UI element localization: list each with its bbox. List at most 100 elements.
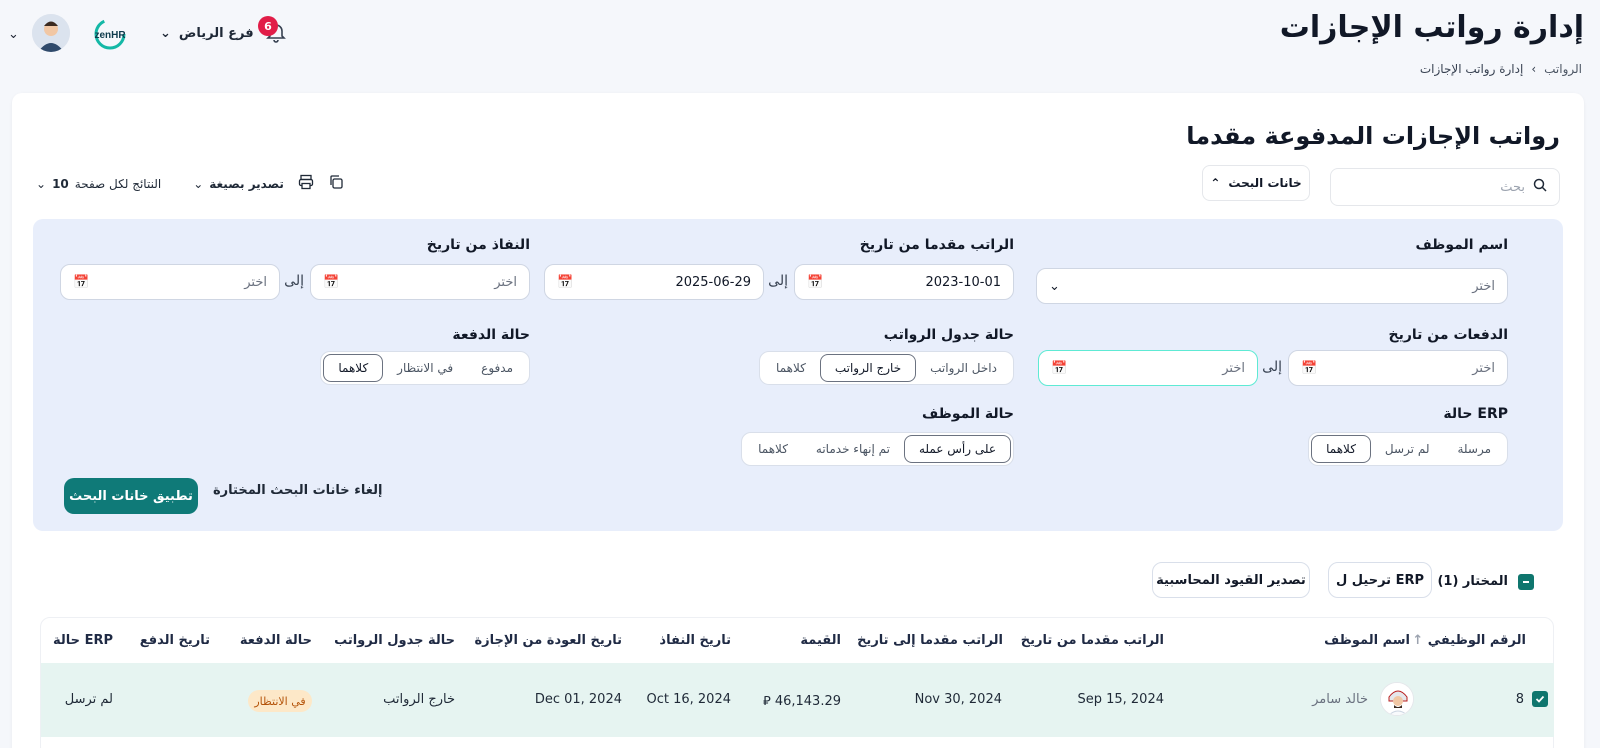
cell-return-date: Dec 01, 2024 bbox=[534, 692, 622, 707]
chevron-down-icon: ⌄ bbox=[1049, 278, 1060, 294]
payroll-status-label: حالة جدول الرواتب bbox=[883, 327, 1014, 343]
column-header-payment-status[interactable]: حالة الدفعة bbox=[240, 633, 312, 648]
advance-from-value: 2023-10-01 bbox=[925, 274, 1001, 290]
calendar-icon: 📅 bbox=[73, 274, 90, 290]
column-header-advance-from[interactable]: الراتب مقدما من تاريخ bbox=[1021, 633, 1164, 648]
sort-up-icon: ↑ bbox=[1412, 633, 1424, 648]
cell-payroll-status: خارج الرواتب bbox=[383, 692, 455, 707]
apply-filters-button[interactable]: تطبيق خانات البحث bbox=[64, 478, 198, 514]
post-to-erp-button[interactable]: ترحيل ل ERP bbox=[1328, 562, 1432, 598]
payroll-option-both[interactable]: كلاهما bbox=[762, 354, 820, 382]
effective-to-word: إلى bbox=[284, 273, 304, 289]
column-header-effective-date[interactable]: تاريخ النفاذ bbox=[659, 633, 731, 648]
breadcrumb-current: إدارة رواتب الإجازات bbox=[1419, 62, 1524, 76]
column-header-label: الرقم الوظيفي bbox=[1427, 633, 1526, 648]
employee-name-select[interactable]: اختر ⌄ bbox=[1036, 268, 1508, 304]
employee-name-placeholder: اختر bbox=[1472, 278, 1495, 294]
chevron-down-icon: ⌄ bbox=[160, 26, 171, 41]
employee-option-terminated[interactable]: تم إنهاء خدماته bbox=[802, 435, 904, 463]
cell-effective-date: Oct 16, 2024 bbox=[646, 692, 732, 707]
calendar-icon: 📅 bbox=[807, 274, 824, 290]
payment-option-both[interactable]: كلاهما bbox=[323, 354, 384, 382]
payment-option-paid[interactable]: مدفوع bbox=[467, 354, 527, 382]
employee-name-label: اسم الموظف bbox=[1415, 237, 1509, 253]
export-format-select[interactable]: ⌄ تصدير بصيغة bbox=[193, 177, 284, 191]
employee-status-toggle: على رأس عمله تم إنهاء خدماته كلاهما bbox=[741, 432, 1014, 466]
advance-to-value: 2025-06-29 bbox=[675, 274, 751, 290]
amount-value: 46,143.29 bbox=[774, 694, 841, 709]
erp-status-label: حالة ERP bbox=[1443, 406, 1508, 422]
export-label: تصدير بصيغة bbox=[209, 176, 284, 191]
erp-option-not-sent[interactable]: لم ترسل bbox=[1371, 435, 1444, 463]
chevron-up-icon: ⌃ bbox=[1210, 176, 1221, 190]
payment-option-pending[interactable]: في الانتظار bbox=[383, 354, 467, 382]
zenhr-logo: zenHR bbox=[88, 18, 132, 50]
search-placeholder: بحث bbox=[1500, 179, 1525, 195]
column-header-payroll-status[interactable]: حالة جدول الرواتب bbox=[334, 633, 455, 648]
payments-to-word: إلى bbox=[1262, 359, 1282, 375]
column-header-payment-date[interactable]: تاريخ الدفع bbox=[140, 633, 210, 648]
effective-from-label: النفاذ من تاريخ bbox=[426, 237, 530, 253]
calendar-icon: 📅 bbox=[1051, 360, 1068, 376]
employee-status-label: حالة الموظف bbox=[921, 406, 1014, 422]
row-checkbox[interactable] bbox=[1532, 691, 1548, 707]
payment-status-label: حالة الدفعة bbox=[452, 327, 530, 343]
chevron-down-icon: ⌄ bbox=[193, 176, 204, 191]
breadcrumb-payroll-link[interactable]: الرواتب bbox=[1544, 62, 1582, 76]
table-toolbar: ⌄ 10 النتائج لكل صفحة ⌄ تصدير بصيغة bbox=[36, 174, 344, 193]
per-page-select[interactable]: ⌄ 10 النتائج لكل صفحة bbox=[36, 177, 161, 191]
riyal-currency-icon: ⃁ bbox=[762, 694, 771, 709]
effective-to-placeholder: اختر bbox=[244, 274, 267, 290]
cell-employee-id: 8 bbox=[1515, 692, 1524, 707]
branch-label: فرع الرياض bbox=[178, 26, 254, 41]
status-badge: في الانتظار bbox=[248, 690, 312, 712]
filters-label: خانات البحث bbox=[1228, 176, 1302, 190]
per-page-value: 10 bbox=[52, 176, 69, 191]
clear-filters-link[interactable]: إلغاء خانات البحث المختارة bbox=[213, 483, 382, 498]
calendar-icon: 📅 bbox=[557, 274, 574, 290]
effective-from-date[interactable]: اختر 📅 bbox=[310, 264, 530, 300]
erp-option-sent[interactable]: مرسلة bbox=[1443, 435, 1505, 463]
export-entries-button[interactable]: تصدير القيود المحاسبية bbox=[1152, 562, 1310, 598]
search-filters-button[interactable]: ⌃ خانات البحث bbox=[1202, 165, 1310, 201]
column-header-advance-to[interactable]: الراتب مقدما إلى تاريخ bbox=[857, 633, 1003, 648]
user-avatar[interactable] bbox=[32, 14, 70, 52]
chevron-left-icon: › bbox=[1531, 62, 1537, 76]
column-header-amount[interactable]: القيمة bbox=[800, 633, 841, 648]
cell-amount: ⃁ 46,143.29 bbox=[763, 692, 841, 709]
user-menu-chevron-icon[interactable]: ⌄ bbox=[8, 27, 19, 42]
advance-to-date[interactable]: 2025-06-29 📅 bbox=[544, 264, 764, 300]
column-header-employee-id[interactable]: ↑ الرقم الوظيفي bbox=[1412, 633, 1526, 648]
payroll-option-outside[interactable]: خارج الرواتب bbox=[819, 354, 917, 382]
payments-from-date[interactable]: اختر 📅 bbox=[1288, 350, 1508, 386]
breadcrumb: الرواتب › إدارة رواتب الإجازات bbox=[1420, 62, 1582, 76]
column-header-employee-name[interactable]: اسم الموظف bbox=[1324, 633, 1410, 648]
column-header-return-date[interactable]: تاريخ العودة من الإجازة bbox=[474, 633, 622, 648]
search-input[interactable]: بحث bbox=[1330, 168, 1560, 206]
payment-status-toggle: مدفوع في الانتظار كلاهما bbox=[320, 351, 530, 385]
payments-to-placeholder: اختر bbox=[1222, 360, 1245, 376]
erp-option-both[interactable]: كلاهما bbox=[1311, 435, 1371, 463]
notification-count-badge: 6 bbox=[258, 16, 278, 36]
calendar-icon: 📅 bbox=[1301, 360, 1318, 376]
advance-to-word: إلى bbox=[768, 273, 788, 289]
payments-from-label: الدفعات من تاريخ bbox=[1388, 327, 1508, 343]
calendar-icon: 📅 bbox=[323, 274, 340, 290]
print-icon[interactable] bbox=[298, 174, 314, 193]
chevron-down-icon: ⌄ bbox=[36, 176, 47, 191]
branch-selector[interactable]: ⌄ فرع الرياض bbox=[160, 26, 254, 41]
payroll-option-inside[interactable]: داخل الرواتب bbox=[916, 354, 1011, 382]
select-all-checkbox[interactable] bbox=[1518, 574, 1534, 590]
employee-option-active[interactable]: على رأس عمله bbox=[903, 435, 1011, 463]
column-header-erp-status[interactable]: حالة ERP bbox=[53, 633, 113, 648]
payroll-status-toggle: داخل الرواتب خارج الرواتب كلاهما bbox=[759, 351, 1014, 385]
copy-icon[interactable] bbox=[328, 174, 344, 193]
payments-to-date[interactable]: اختر 📅 bbox=[1038, 350, 1258, 386]
effective-to-date[interactable]: اختر 📅 bbox=[60, 264, 280, 300]
advance-from-date[interactable]: 2023-10-01 📅 bbox=[794, 264, 1014, 300]
erp-status-toggle: مرسلة لم ترسل كلاهما bbox=[1308, 432, 1508, 466]
employee-option-both[interactable]: كلاهما bbox=[744, 435, 802, 463]
page-title: إدارة رواتب الإجازات bbox=[1279, 10, 1584, 45]
cell-erp-status: لم ترسل bbox=[64, 692, 113, 707]
cell-employee-name[interactable]: خالد سامر bbox=[1312, 692, 1368, 707]
